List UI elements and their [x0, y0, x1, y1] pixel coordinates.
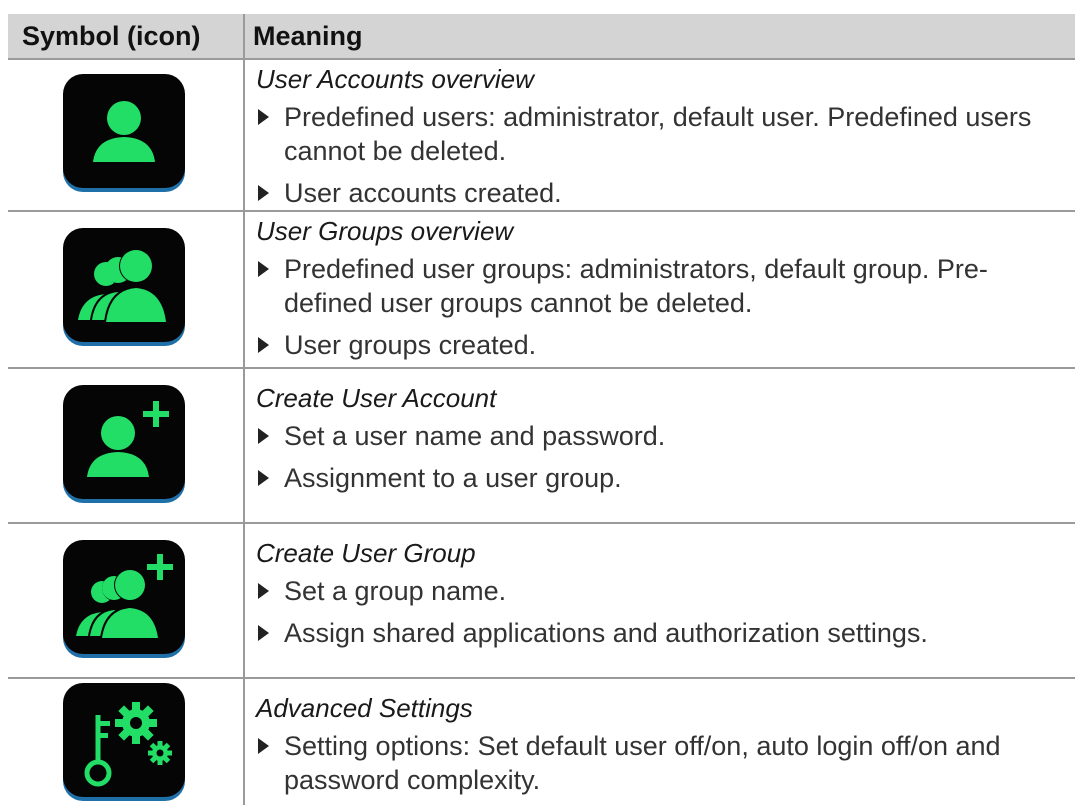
bullet-item: Setting options: Set default user off/on… [256, 729, 1069, 797]
table-row: Advanced Settings Setting options: Set d… [8, 679, 1075, 805]
table-row: User Accounts overview Predefined users:… [8, 60, 1075, 210]
row-title: Create User Group [256, 538, 476, 568]
user-icon [63, 74, 185, 192]
bullet-item: User accounts created. [256, 176, 1069, 210]
meaning-cell: Advanced Settings Setting options: Set d… [256, 693, 1069, 805]
header-symbol: Symbol (icon) [22, 21, 201, 51]
bullet-item: Predefined users: administrator, default… [256, 100, 1069, 168]
key-gears-icon [63, 683, 185, 801]
meaning-cell: Create User Account Set a user name and … [256, 383, 1069, 503]
bullet-arrow-icon [258, 625, 269, 641]
bullet-arrow-icon [258, 583, 269, 599]
symbol-cell [8, 60, 243, 210]
bullet-item: User groups created. [256, 328, 1069, 362]
bullet-arrow-icon [258, 470, 269, 486]
bullet-item: Predefined user groups: administrators, … [256, 252, 1069, 320]
symbol-cell [8, 524, 243, 677]
header-meaning: Meaning [253, 21, 363, 51]
bullet-item: Set a user name and password. [256, 419, 1069, 453]
row-title: User Accounts overview [256, 64, 534, 94]
add-user-icon [63, 385, 185, 503]
bullet-arrow-icon [258, 185, 269, 201]
meaning-cell: Create User Group Set a group name. Assi… [256, 538, 1069, 658]
row-title: Create User Account [256, 383, 497, 413]
bullet-arrow-icon [258, 337, 269, 353]
table-header: Symbol (icon) Meaning [8, 14, 1075, 58]
table-row: User Groups overview Predefined user gro… [8, 212, 1075, 367]
meaning-cell: User Groups overview Predefined user gro… [256, 216, 1069, 370]
add-group-icon [63, 540, 185, 658]
user-group-icon [63, 228, 185, 346]
bullet-arrow-icon [258, 428, 269, 444]
row-title: Advanced Settings [256, 693, 473, 723]
bullet-item: Assign shared applications and authoriza… [256, 616, 1069, 650]
symbol-cell [8, 679, 243, 805]
bullet-arrow-icon [258, 738, 269, 754]
table-row: Create User Account Set a user name and … [8, 369, 1075, 522]
table-row: Create User Group Set a group name. Assi… [8, 524, 1075, 677]
bullet-arrow-icon [258, 109, 269, 125]
row-title: User Groups overview [256, 216, 514, 246]
meaning-cell: User Accounts overview Predefined users:… [256, 64, 1069, 218]
symbol-cell [8, 212, 243, 367]
symbol-cell [8, 369, 243, 522]
bullet-item: Set a group name. [256, 574, 1069, 608]
bullet-arrow-icon [258, 261, 269, 277]
bullet-item: Assignment to a user group. [256, 461, 1069, 495]
